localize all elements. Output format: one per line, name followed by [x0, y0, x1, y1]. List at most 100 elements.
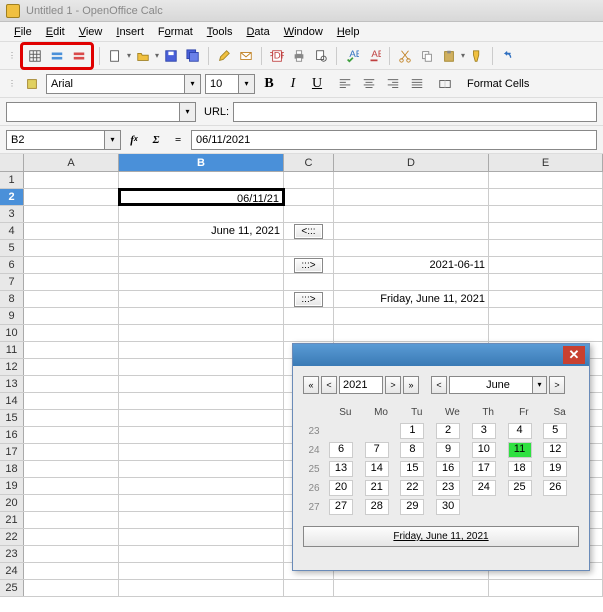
cell-A13[interactable] — [24, 376, 119, 392]
cell-A7[interactable] — [24, 274, 119, 290]
row-header[interactable]: 10 — [0, 325, 24, 341]
row-header[interactable]: 14 — [0, 393, 24, 409]
calendar-day[interactable]: 14 — [365, 461, 389, 477]
cell-C9[interactable] — [284, 308, 334, 324]
cell-C7[interactable] — [284, 274, 334, 290]
row-header[interactable]: 9 — [0, 308, 24, 324]
cell-B2[interactable]: 06/11/21 — [119, 189, 284, 205]
cell-B7[interactable] — [119, 274, 284, 290]
calendar-day[interactable]: 18 — [508, 461, 532, 477]
new-doc-icon[interactable] — [105, 46, 125, 66]
calendar-day[interactable]: 8 — [400, 442, 424, 458]
row-header[interactable]: 15 — [0, 410, 24, 426]
dropdown-icon[interactable] — [179, 103, 195, 121]
row-header[interactable]: 16 — [0, 427, 24, 443]
calendar-day[interactable]: 6 — [329, 442, 353, 458]
tool-button-3[interactable] — [69, 46, 89, 66]
cell-C8[interactable]: :::> — [284, 291, 334, 307]
menu-tools[interactable]: Tools — [201, 24, 239, 40]
row-header[interactable]: 13 — [0, 376, 24, 392]
cell-E8[interactable] — [489, 291, 603, 307]
col-header-b[interactable]: B — [119, 154, 284, 171]
calendar-day[interactable]: 9 — [436, 442, 460, 458]
cell-D8[interactable]: Friday, June 11, 2021 — [334, 291, 489, 307]
bold-button[interactable]: B — [259, 74, 279, 94]
row-header[interactable]: 19 — [0, 478, 24, 494]
calendar-day[interactable]: 23 — [436, 480, 460, 496]
tool-button-1[interactable] — [25, 46, 45, 66]
calendar-day[interactable]: 12 — [543, 442, 567, 458]
calendar-day[interactable]: 21 — [365, 480, 389, 496]
cell-A21[interactable] — [24, 512, 119, 528]
row-header[interactable]: 7 — [0, 274, 24, 290]
url-input[interactable] — [233, 102, 597, 122]
nav-button[interactable]: :::> — [294, 292, 322, 307]
cell-B6[interactable] — [119, 257, 284, 273]
cell-A9[interactable] — [24, 308, 119, 324]
formula-input[interactable]: 06/11/2021 — [191, 130, 597, 150]
cell-A5[interactable] — [24, 240, 119, 256]
nav-button[interactable]: <::: — [294, 224, 322, 239]
url-combo[interactable] — [6, 102, 196, 122]
cell-B17[interactable] — [119, 444, 284, 460]
cell-B3[interactable] — [119, 206, 284, 222]
calendar-day[interactable]: 5 — [543, 423, 567, 439]
row-header[interactable]: 21 — [0, 512, 24, 528]
cell-A4[interactable] — [24, 223, 119, 239]
cell-D7[interactable] — [334, 274, 489, 290]
font-name-combo[interactable]: Arial — [46, 74, 201, 94]
row-header[interactable]: 6 — [0, 257, 24, 273]
styles-icon[interactable] — [22, 74, 42, 94]
cell-A17[interactable] — [24, 444, 119, 460]
save-all-icon[interactable] — [183, 46, 203, 66]
menu-data[interactable]: Data — [240, 24, 275, 40]
cell-A24[interactable] — [24, 563, 119, 579]
row-header[interactable]: 22 — [0, 529, 24, 545]
edit-icon[interactable] — [214, 46, 234, 66]
row-header[interactable]: 1 — [0, 172, 24, 188]
cell-B24[interactable] — [119, 563, 284, 579]
preview-icon[interactable] — [311, 46, 331, 66]
cell-C2[interactable] — [284, 189, 334, 205]
cell-B21[interactable] — [119, 512, 284, 528]
dropdown-icon[interactable] — [104, 131, 120, 149]
align-justify-icon[interactable] — [407, 74, 427, 94]
cut-icon[interactable] — [395, 46, 415, 66]
col-header-d[interactable]: D — [334, 154, 489, 171]
autocorrect-icon[interactable]: ABC — [364, 46, 384, 66]
cell-A8[interactable] — [24, 291, 119, 307]
row-header[interactable]: 20 — [0, 495, 24, 511]
cell-B19[interactable] — [119, 478, 284, 494]
cell-C10[interactable] — [284, 325, 334, 341]
month-combo[interactable]: June — [449, 376, 547, 394]
row-header[interactable]: 3 — [0, 206, 24, 222]
cell-A25[interactable] — [24, 580, 119, 596]
cell-E7[interactable] — [489, 274, 603, 290]
cell-C5[interactable] — [284, 240, 334, 256]
year-prev-button[interactable]: < — [321, 376, 337, 394]
year-input[interactable]: 2021 — [339, 376, 383, 394]
equals-icon[interactable]: = — [169, 131, 187, 149]
align-left-icon[interactable] — [335, 74, 355, 94]
row-header[interactable]: 5 — [0, 240, 24, 256]
col-header-c[interactable]: C — [284, 154, 334, 171]
select-all-corner[interactable] — [0, 154, 24, 171]
calendar-day[interactable]: 30 — [436, 499, 460, 515]
mail-icon[interactable] — [236, 46, 256, 66]
month-prev-button[interactable]: < — [431, 376, 447, 394]
cell-C4[interactable]: <::: — [284, 223, 334, 239]
menu-view[interactable]: View — [73, 24, 109, 40]
calendar-day[interactable]: 16 — [436, 461, 460, 477]
row-header[interactable]: 23 — [0, 546, 24, 562]
row-header[interactable]: 12 — [0, 359, 24, 375]
format-paint-icon[interactable] — [467, 46, 487, 66]
cell-B18[interactable] — [119, 461, 284, 477]
cell-B14[interactable] — [119, 393, 284, 409]
underline-button[interactable]: U — [307, 74, 327, 94]
cell-E2[interactable] — [489, 189, 603, 205]
calendar-day[interactable]: 7 — [365, 442, 389, 458]
calendar-day[interactable]: 11 — [508, 442, 532, 458]
menu-file[interactable]: File — [8, 24, 38, 40]
cell-C6[interactable]: :::> — [284, 257, 334, 273]
calendar-day[interactable]: 3 — [472, 423, 496, 439]
